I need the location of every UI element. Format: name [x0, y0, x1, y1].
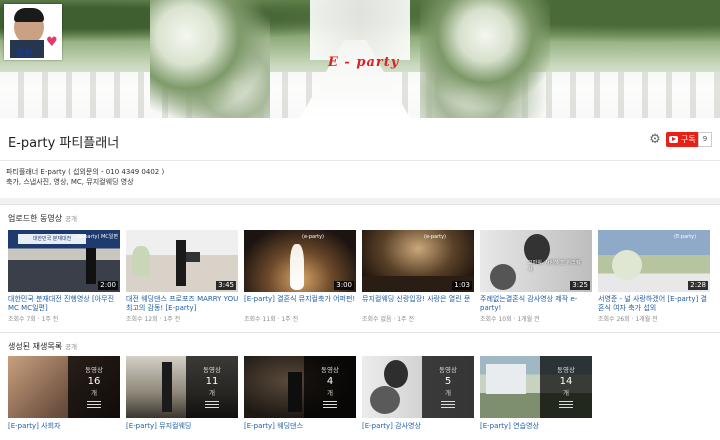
video-meta: 조회수 7회 · 1주 전 [8, 316, 59, 323]
video-meta: 조회수 11회 · 1주 전 [244, 316, 299, 323]
playlist-video-count: 16 [87, 376, 101, 387]
video-thumbnail[interactable]: 3:45 [126, 230, 238, 292]
uploads-section-title[interactable]: 업로드한 동영상 공개 [8, 213, 77, 224]
channel-avatar[interactable]: 일편 ♥ [4, 4, 62, 60]
banner-flower-arch-left [150, 0, 270, 118]
thumb-person [162, 362, 172, 412]
video-thumbnail[interactable]: 대한민국 분재대전 (e-party) MC일편 2:00 [8, 230, 120, 292]
video-duration: 2:00 [98, 281, 118, 290]
video-title[interactable]: 대한민국 분재대전 진행영상 [아무진MC MC일편] [8, 295, 122, 313]
video-title[interactable]: 서영준 - 널 사랑하겠어 [E-party] 결혼식 여자 축가 섭외 [598, 295, 712, 313]
playlist-count-unit: 개 [327, 389, 333, 397]
playlist-thumbnail[interactable]: 동영상 4 개 [244, 356, 356, 418]
playlist-count-unit: 개 [563, 389, 569, 397]
thumb-photo-child [370, 386, 400, 414]
thumb-person [86, 248, 96, 284]
playlist-thumbnail[interactable]: 동영상 16 개 [8, 356, 120, 418]
video-title[interactable]: 뮤지컬웨딩 신랑입장! 사랑은 열린 문 [362, 295, 476, 304]
thumb-overlay-text: (e-party) MC일편 [77, 234, 118, 240]
thumb-banner-text: 대한민국 분재대전 [18, 234, 86, 244]
playlist-overlay-label: 동영상 [557, 366, 575, 374]
playlist-overlay-label: 동영상 [203, 366, 221, 374]
video-thumbnail[interactable]: (e-party) 1:03 [362, 230, 474, 292]
playlist-video-count: 11 [205, 376, 219, 387]
video-thumbnail[interactable]: (E-party) 2:28 [598, 230, 710, 292]
thumb-photo-face [384, 360, 408, 388]
playlist-thumbnail[interactable]: 동영상 5 개 [362, 356, 474, 418]
avatar-hair [14, 8, 44, 22]
video-thumbnail[interactable]: 고마워, 사랑해 잘 자라줘서 3:25 [480, 230, 592, 292]
gear-icon[interactable]: ⚙ [648, 133, 662, 147]
video-title[interactable]: [E-party] 결혼식 뮤지컬축가 어퍼펀! [244, 295, 358, 304]
thumb-flowers [132, 246, 150, 276]
playlist-count-unit: 개 [91, 389, 97, 397]
thumb-photo-child [490, 264, 516, 290]
thumb-overlay-text: (e-party) [424, 234, 446, 240]
uploads-title-text: 업로드한 동영상 [8, 214, 63, 223]
thumb-person [176, 240, 186, 286]
avatar-tag: 일편 [16, 49, 33, 59]
thumb-overlay-text: 고마워, 사랑해 잘 자라줘서 [528, 260, 581, 273]
video-meta: 조회수 10회 · 1개월 전 [480, 316, 540, 323]
playlist-thumbnail[interactable]: 동영상 11 개 [126, 356, 238, 418]
about-line-2: 축가, 스냅사진, 영상, MC, 뮤지컬웨딩 영상 [6, 178, 134, 186]
playlist-icon [87, 401, 101, 409]
thumb-overlay-text: (e-party) [302, 234, 324, 240]
uploads-subtitle: 공개 [65, 215, 78, 223]
playlist-video-count: 14 [559, 376, 573, 387]
playlist-title[interactable]: [E-party] 뮤지컬웨딩 [126, 421, 240, 431]
subscribe-label: 구독 [681, 135, 696, 144]
thumb-flowers [612, 250, 642, 280]
thumb-sign [186, 252, 200, 262]
playlist-icon [441, 401, 455, 409]
about-line-1: 파티플래너 E-party ( 섭외문의 - 010 4349 0402 ) [6, 168, 165, 176]
playlist-title[interactable]: [E-party] 웨딩댄스 [244, 421, 358, 431]
video-meta: 조회수 없음 · 1주 전 [362, 316, 414, 323]
video-duration: 3:45 [216, 281, 236, 290]
playlist-icon [559, 401, 573, 409]
video-duration: 2:28 [688, 281, 708, 290]
playlists-title-text: 생성된 재생목록 [8, 342, 63, 351]
channel-banner: E - party [0, 0, 720, 118]
playlist-title[interactable]: [E-party] 연습영상 [480, 421, 594, 431]
playlist-title[interactable]: [E-party] 감사영상 [362, 421, 476, 431]
video-meta: 조회수 26회 · 1개월 전 [598, 316, 658, 323]
playlist-icon [205, 401, 219, 409]
playlist-video-count: 4 [326, 376, 334, 387]
playlist-icon [323, 401, 337, 409]
playlist-overlay: 동영상 14 개 [540, 356, 592, 418]
video-duration: 3:00 [334, 281, 354, 290]
channel-about: 파티플래너 E-party ( 섭외문의 - 010 4349 0402 ) 축… [0, 160, 720, 198]
thumb-person [288, 372, 302, 412]
playlists-section-title[interactable]: 생성된 재생목록 공개 [8, 341, 77, 352]
playlist-overlay-label: 동영상 [321, 366, 339, 374]
thumb-bride [290, 244, 304, 290]
playlist-video-count: 5 [444, 376, 452, 387]
playlist-title[interactable]: [E-party] 사회자 [8, 421, 122, 431]
playlist-thumbnail[interactable]: 동영상 14 개 [480, 356, 592, 418]
video-title[interactable]: 대전 웨딩댄스 프로포즈 MARRY YOU 최고의 감동! [E-party] [126, 295, 240, 313]
heart-icon: ♥ [46, 35, 58, 50]
playlists-subtitle: 공개 [65, 343, 78, 351]
playlist-overlay: 동영상 4 개 [304, 356, 356, 418]
video-duration: 1:03 [452, 281, 472, 290]
playlist-overlay: 동영상 11 개 [186, 356, 238, 418]
playlist-overlay: 동영상 16 개 [68, 356, 120, 418]
playlist-overlay: 동영상 5 개 [422, 356, 474, 418]
thumb-building [486, 364, 526, 394]
playlist-overlay-label: 동영상 [439, 366, 457, 374]
playlist-count-unit: 개 [209, 389, 215, 397]
banner-flower-arch-right [420, 0, 550, 118]
youtube-logo-icon [669, 136, 678, 143]
video-meta: 조회수 12회 · 1주 전 [126, 316, 181, 323]
video-duration: 3:25 [570, 281, 590, 290]
thumb-overlay-text: (E-party) [674, 234, 697, 240]
subscriber-count: 9 [698, 132, 712, 147]
video-title[interactable]: 주례없는결혼식 감사영상 제작 e-party! [480, 295, 594, 313]
playlist-count-unit: 개 [445, 389, 451, 397]
channel-name[interactable]: E-party 파티플래너 [8, 132, 119, 151]
video-thumbnail[interactable]: (e-party) 3:00 [244, 230, 356, 292]
playlist-overlay-label: 동영상 [85, 366, 103, 374]
banner-title: E - party [328, 55, 400, 70]
